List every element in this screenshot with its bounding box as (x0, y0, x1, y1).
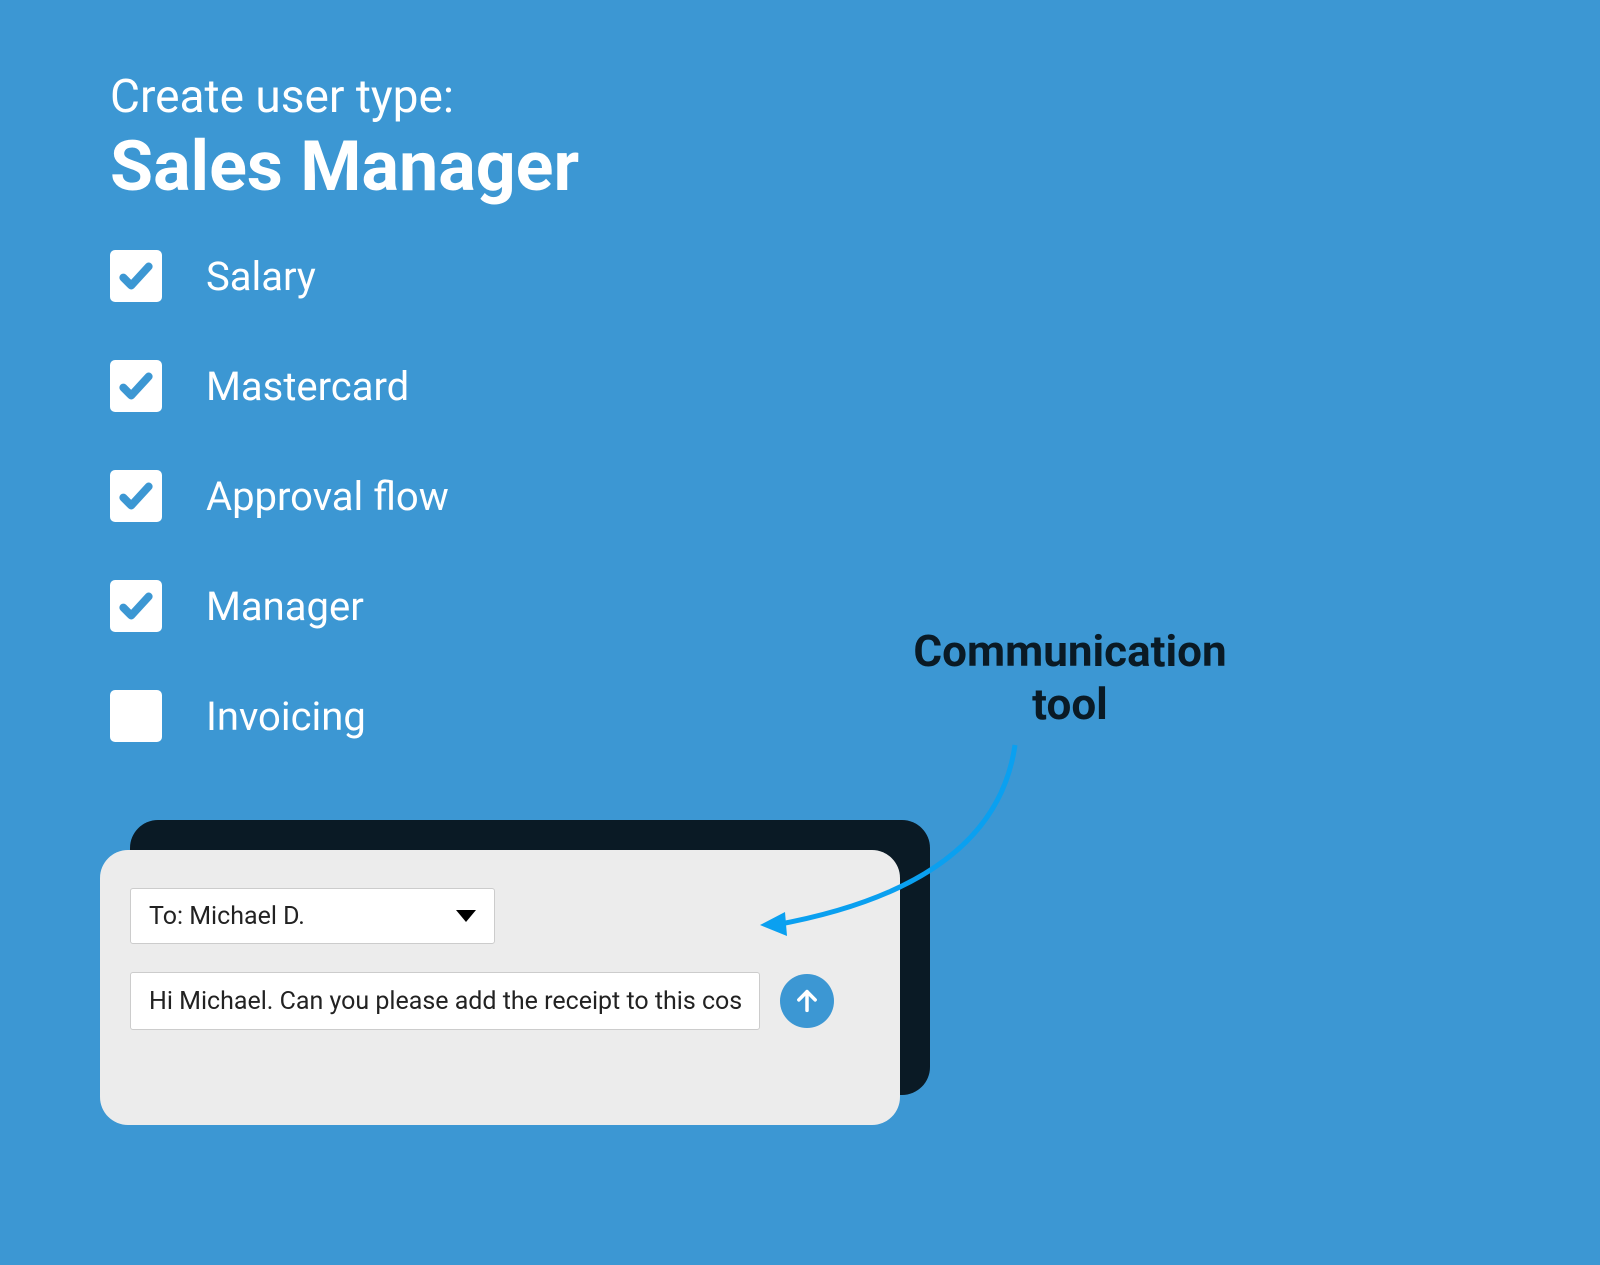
checklist-item-mastercard: Mastercard (110, 360, 449, 412)
communication-panel: To: Michael D. (100, 850, 900, 1125)
checklist-item-invoicing: Invoicing (110, 690, 449, 742)
message-input[interactable] (130, 972, 760, 1030)
header-subtitle: Create user type: (110, 70, 579, 124)
checkbox-approval-flow[interactable] (110, 470, 162, 522)
arrow-up-icon (793, 987, 821, 1015)
checklist-item-salary: Salary (110, 250, 449, 302)
checkbox-manager[interactable] (110, 580, 162, 632)
check-icon (117, 477, 155, 515)
header-title: Sales Manager (110, 126, 579, 208)
checklist-label: Approval flow (206, 473, 449, 520)
check-icon (117, 587, 155, 625)
permission-checklist: Salary Mastercard Approval flow Manager … (110, 250, 449, 742)
checkbox-mastercard[interactable] (110, 360, 162, 412)
checklist-label: Manager (206, 583, 364, 630)
page-header: Create user type: Sales Manager (110, 70, 579, 208)
checklist-item-manager: Manager (110, 580, 449, 632)
checkbox-salary[interactable] (110, 250, 162, 302)
annotation-label: Communication tool (895, 625, 1245, 731)
check-icon (117, 257, 155, 295)
recipient-text: To: Michael D. (149, 902, 305, 931)
checklist-item-approval-flow: Approval flow (110, 470, 449, 522)
checklist-label: Salary (206, 253, 316, 300)
checklist-label: Mastercard (206, 363, 409, 410)
message-row (130, 972, 870, 1030)
chevron-down-icon (456, 910, 476, 922)
check-icon (117, 367, 155, 405)
checkbox-invoicing[interactable] (110, 690, 162, 742)
recipient-select[interactable]: To: Michael D. (130, 888, 495, 944)
send-button[interactable] (780, 974, 834, 1028)
checklist-label: Invoicing (206, 693, 366, 740)
